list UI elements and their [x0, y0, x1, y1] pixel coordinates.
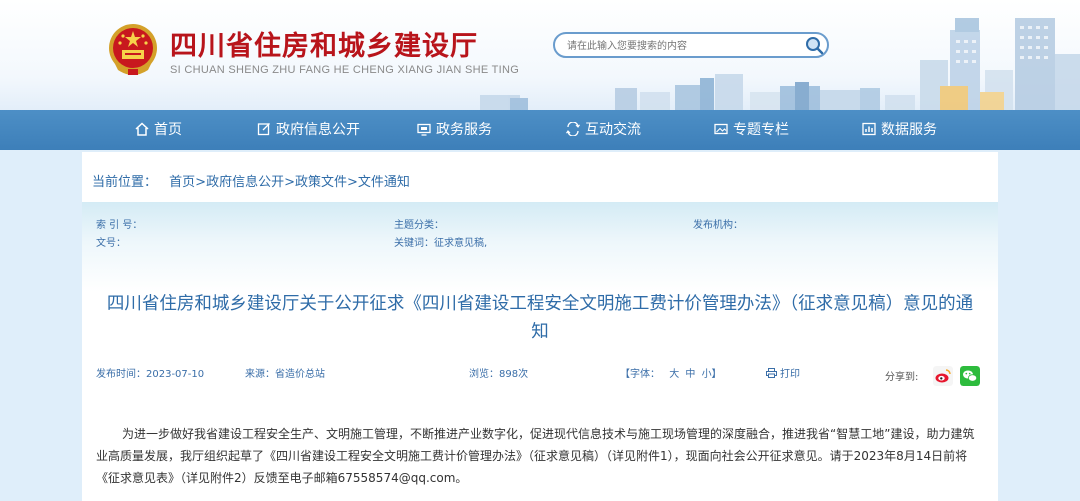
- monitor-icon: [417, 123, 431, 136]
- printer-icon: [766, 368, 777, 378]
- font-size-large-link[interactable]: 大: [669, 369, 679, 380]
- publisher-label: 发布机构：: [693, 220, 743, 231]
- exchange-icon: [566, 122, 580, 136]
- breadcrumb-prefix: 当前位置：: [92, 175, 158, 190]
- breadcrumb-link-notice[interactable]: 文件通知: [358, 175, 410, 190]
- nav-item-special-topics[interactable]: 专题专栏: [714, 110, 789, 150]
- content-panel: 当前位置： 首页>政府信息公开>政策文件>文件通知 索 引 号： 文号： 主题分…: [82, 152, 998, 501]
- nav-item-label: 专题专栏: [733, 122, 789, 138]
- chart-icon: [862, 122, 876, 136]
- picture-icon: [714, 123, 728, 135]
- article-title: 四川省住房和城乡建设厅关于公开征求《四川省建设工程安全文明施工费计价管理办法》（…: [106, 294, 974, 342]
- breadcrumb-link-home[interactable]: 首页: [169, 175, 195, 190]
- main-nav: 首页 政府信息公开 政务服务 互动交流 专题专栏 数据服务: [0, 110, 1080, 150]
- print-button[interactable]: 打印: [766, 365, 800, 380]
- breadcrumb-separator: >: [195, 175, 207, 190]
- site-subtitle: SI CHUAN SHENG ZHU FANG HE CHENG XIANG J…: [170, 64, 520, 76]
- site-header: 四川省住房和城乡建设厅 SI CHUAN SHENG ZHU FANG HE C…: [0, 0, 1080, 110]
- view-count: 浏览：898次: [469, 369, 529, 380]
- nav-item-gov-service[interactable]: 政务服务: [417, 110, 492, 150]
- publish-date: 发布时间：2023-07-10: [96, 369, 205, 380]
- font-size-switcher: 【字体： 大 中 小】: [620, 365, 722, 380]
- article-source: 来源：省造价总站: [245, 369, 325, 380]
- document-number-label: 文号：: [96, 238, 126, 249]
- nav-item-data-service[interactable]: 数据服务: [862, 110, 937, 150]
- keywords-value: 征求意见稿,: [434, 238, 488, 249]
- city-skyline-illustration: [480, 18, 1080, 110]
- national-emblem-icon: [109, 24, 157, 75]
- print-label: 打印: [780, 369, 800, 380]
- site-title: 四川省住房和城乡建设厅: [170, 31, 478, 62]
- nav-item-label: 政府信息公开: [276, 122, 360, 138]
- nav-item-label: 首页: [154, 122, 182, 138]
- breadcrumb-separator: >: [284, 175, 295, 190]
- breadcrumb: 当前位置： 首页>政府信息公开>政策文件>文件通知: [92, 171, 410, 190]
- font-size-label: 【字体：: [620, 369, 660, 380]
- wechat-icon[interactable]: [960, 366, 980, 386]
- share-label: 分享到:: [885, 372, 919, 383]
- breadcrumb-link-gov-info[interactable]: 政府信息公开: [206, 175, 284, 190]
- keywords-label: 关键词：: [394, 238, 434, 249]
- font-size-medium-link[interactable]: 中: [685, 369, 695, 380]
- nav-item-gov-info[interactable]: 政府信息公开: [257, 110, 360, 150]
- weibo-icon[interactable]: [933, 366, 953, 386]
- keywords-field: 关键词：征求意见稿,: [394, 234, 487, 249]
- topic-category-label: 主题分类：: [394, 220, 444, 231]
- nav-item-home[interactable]: 首页: [135, 110, 182, 150]
- article-body-paragraph: 为进一步做好我省建设工程安全生产、文明施工管理，不断推进产业数字化，促进现代信息…: [96, 427, 975, 485]
- breadcrumb-link-policy[interactable]: 政策文件: [295, 175, 347, 190]
- breadcrumb-separator: >: [347, 175, 358, 190]
- nav-item-label: 数据服务: [881, 122, 937, 138]
- edit-icon: [257, 123, 270, 136]
- home-icon: [135, 122, 149, 136]
- font-size-small-link[interactable]: 小】: [702, 369, 722, 380]
- nav-item-label: 政务服务: [436, 122, 492, 138]
- document-meta-box: 索 引 号： 文号： 主题分类： 关键词：征求意见稿, 发布机构：: [82, 202, 998, 292]
- nav-item-interaction[interactable]: 互动交流: [566, 110, 641, 150]
- index-number-label: 索 引 号：: [96, 220, 143, 231]
- nav-item-label: 互动交流: [585, 122, 641, 138]
